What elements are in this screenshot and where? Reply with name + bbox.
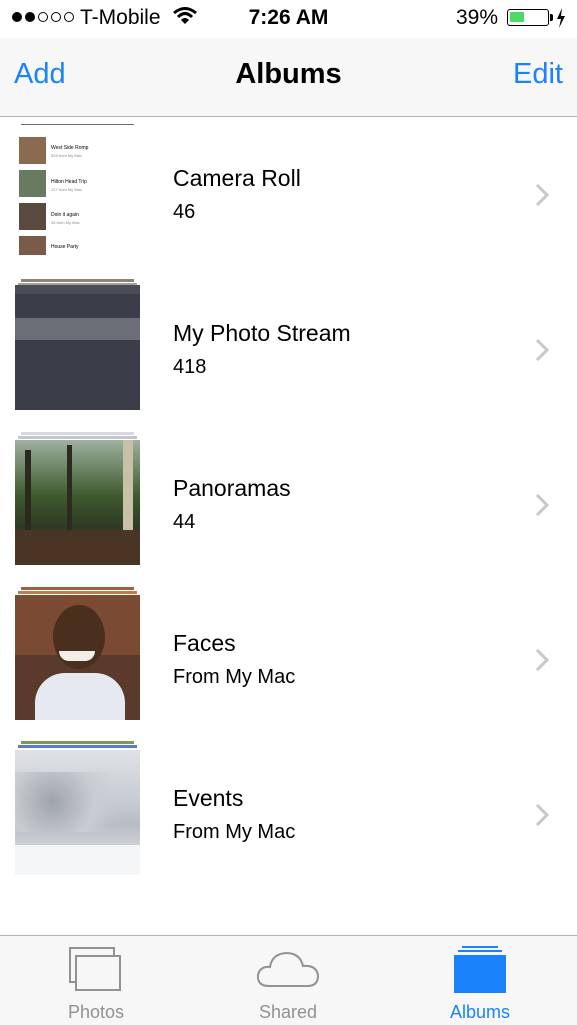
tab-label: Photos (67, 1002, 125, 1022)
status-bar: T-Mobile 7:26 AM 39% (0, 0, 577, 38)
navigation-bar: Add Albums Edit (0, 38, 577, 117)
album-title: Faces (173, 630, 236, 656)
photos-tab-icon (69, 947, 121, 991)
album-title: Camera Roll (173, 165, 301, 191)
battery-percent: 39% (456, 6, 499, 29)
child-face-thumbnail (15, 595, 140, 720)
albums-tab-icon (454, 946, 506, 993)
album-row-my-photo-stream[interactable]: My Photo Stream 418 (0, 272, 577, 427)
album-count: 418 (173, 356, 207, 378)
album-title: Events (173, 785, 244, 811)
album-source: From My Mac (173, 821, 296, 843)
cloud-icon (256, 951, 320, 987)
photo-stream-thumbnail (15, 285, 140, 410)
snowy-trees-thumbnail (15, 750, 140, 875)
chevron-right-icon (535, 803, 550, 827)
panorama-trees-thumbnail (15, 440, 140, 565)
page-title: Albums (235, 58, 342, 90)
album-row-panoramas[interactable]: Panoramas 44 (0, 427, 577, 582)
camera-roll-thumbnail: West Side Romp 528 from My Mac Hilton He… (15, 125, 140, 255)
chevron-right-icon (535, 648, 550, 672)
tab-albums[interactable]: Albums (384, 936, 576, 1025)
chevron-right-icon (535, 493, 550, 517)
album-row-camera-roll[interactable]: West Side Romp 528 from My Mac Hilton He… (0, 117, 577, 272)
tab-bar: Photos Shared Albums (0, 935, 577, 1025)
album-count: 46 (173, 201, 196, 223)
album-title: My Photo Stream (173, 320, 351, 346)
battery-icon (507, 9, 549, 26)
album-row-faces[interactable]: Faces From My Mac (0, 582, 577, 737)
chevron-right-icon (535, 338, 550, 362)
tab-label: Albums (449, 1002, 511, 1022)
tab-label: Shared (258, 1002, 318, 1022)
album-count: 44 (173, 511, 196, 533)
tab-shared[interactable]: Shared (192, 936, 384, 1025)
charging-bolt-icon (557, 8, 565, 28)
battery-level (510, 12, 524, 22)
chevron-right-icon (535, 183, 550, 207)
tab-photos[interactable]: Photos (0, 936, 192, 1025)
album-title: Panoramas (173, 475, 291, 501)
edit-button[interactable]: Edit (513, 58, 563, 91)
album-row-events[interactable]: Events From My Mac (0, 737, 577, 892)
album-source: From My Mac (173, 666, 296, 688)
